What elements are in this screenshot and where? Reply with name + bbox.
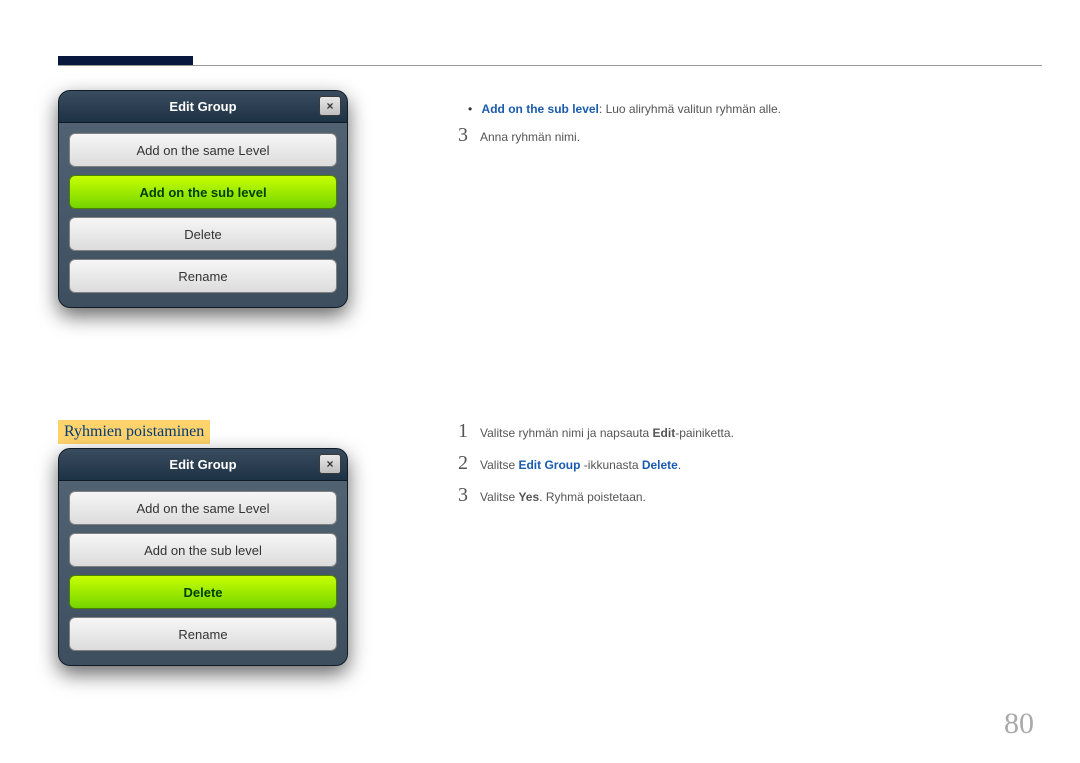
bullet-dot-icon: •: [468, 102, 472, 116]
step-number: 2: [458, 452, 468, 475]
rename-button[interactable]: Rename: [69, 617, 337, 651]
dialog-titlebar: Edit Group ×: [59, 91, 347, 123]
step-number: 3: [458, 484, 468, 507]
bullet-add-sub-level: • Add on the sub level: Luo aliryhmä val…: [468, 102, 781, 116]
step-number: 3: [458, 124, 468, 147]
section-heading: Ryhmien poistaminen: [58, 420, 210, 444]
add-same-level-button[interactable]: Add on the same Level: [69, 133, 337, 167]
step-number: 1: [458, 420, 468, 443]
dialog-title: Edit Group: [169, 99, 236, 114]
add-same-level-button[interactable]: Add on the same Level: [69, 491, 337, 525]
rename-button[interactable]: Rename: [69, 259, 337, 293]
dialog-title: Edit Group: [169, 457, 236, 472]
step-text: Valitse ryhmän nimi ja napsauta Edit-pai…: [480, 426, 734, 440]
header-rule: [58, 65, 1042, 66]
add-sub-level-button[interactable]: Add on the sub level: [69, 533, 337, 567]
edit-group-dialog-2: Edit Group × Add on the same Level Add o…: [58, 448, 348, 666]
step-text: Valitse Edit Group -ikkunasta Delete.: [480, 458, 681, 472]
close-icon[interactable]: ×: [319, 454, 341, 474]
dialog-body: Add on the same Level Add on the sub lev…: [59, 481, 347, 665]
close-icon[interactable]: ×: [319, 96, 341, 116]
delete-button[interactable]: Delete: [69, 575, 337, 609]
edit-group-dialog-1: Edit Group × Add on the same Level Add o…: [58, 90, 348, 308]
dialog-body: Add on the same Level Add on the sub lev…: [59, 123, 347, 307]
step-text: Valitse Yes. Ryhmä poistetaan.: [480, 490, 646, 504]
add-sub-level-button[interactable]: Add on the sub level: [69, 175, 337, 209]
step-text: Anna ryhmän nimi.: [480, 130, 580, 144]
dialog-titlebar: Edit Group ×: [59, 449, 347, 481]
delete-button[interactable]: Delete: [69, 217, 337, 251]
page-number: 80: [1004, 707, 1034, 741]
